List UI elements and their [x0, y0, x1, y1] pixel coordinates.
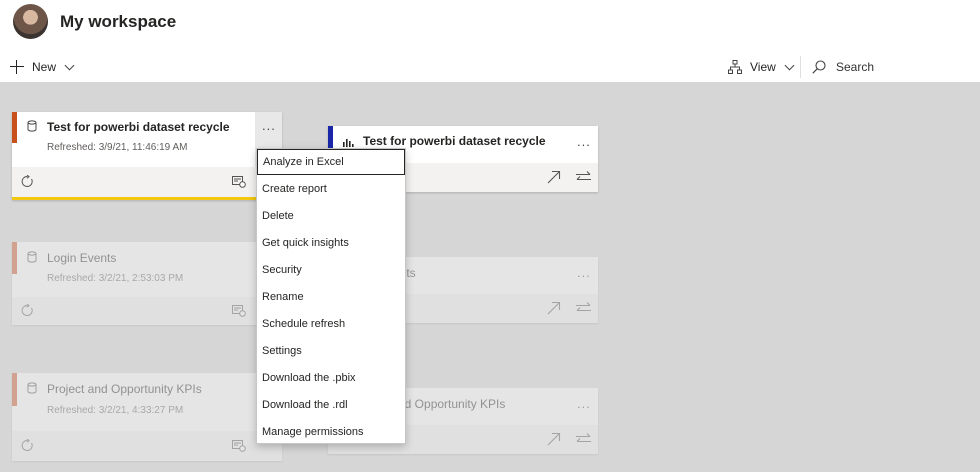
- search-placeholder: Search: [836, 60, 875, 74]
- menu-item-download-pbix[interactable]: Download the .pbix: [257, 365, 405, 391]
- swap-icon[interactable]: [576, 171, 591, 183]
- refresh-icon[interactable]: [21, 175, 34, 188]
- search-icon: [812, 60, 826, 74]
- divider: [800, 56, 801, 78]
- more-icon: ...: [262, 118, 276, 133]
- dataset-card[interactable]: Project and Opportunity KPIs Refreshed: …: [12, 373, 282, 461]
- swap-icon[interactable]: [576, 433, 591, 445]
- card-footer: [12, 431, 282, 461]
- more-icon[interactable]: ...: [577, 396, 591, 411]
- menu-item-create-report[interactable]: Create report: [257, 176, 405, 202]
- card-refreshed: Refreshed: 3/2/21, 4:33:27 PM: [47, 405, 184, 416]
- chevron-down-icon: [64, 60, 75, 70]
- card-title[interactable]: Project and Opportunity KPIs: [47, 382, 202, 396]
- open-arrow-icon[interactable]: [547, 301, 561, 315]
- card-title[interactable]: Test for powerbi dataset recycle: [47, 120, 230, 134]
- accent-bar: [12, 112, 17, 143]
- new-label: New: [32, 60, 57, 74]
- schedule-icon[interactable]: [232, 439, 246, 452]
- dataset-card[interactable]: Test for powerbi dataset recycle Refresh…: [12, 112, 282, 200]
- open-arrow-icon[interactable]: [547, 170, 561, 184]
- dataset-card[interactable]: Login Events Refreshed: 3/2/21, 2:53:03 …: [12, 242, 282, 325]
- search-input[interactable]: Search: [812, 57, 874, 77]
- menu-item-security[interactable]: Security: [257, 257, 405, 283]
- schedule-icon[interactable]: [232, 304, 246, 317]
- open-arrow-icon[interactable]: [547, 432, 561, 446]
- workspace-header: My workspace New View Search: [0, 0, 980, 82]
- selected-underline: [12, 197, 282, 200]
- more-icon[interactable]: ...: [577, 134, 591, 149]
- menu-item-delete[interactable]: Delete: [257, 203, 405, 229]
- plus-icon: [10, 60, 24, 74]
- view-button[interactable]: View: [728, 57, 795, 77]
- card-footer: [12, 297, 282, 325]
- dataset-icon: [27, 382, 37, 394]
- card-title[interactable]: Login Events: [47, 251, 116, 265]
- menu-item-analyze-in-excel[interactable]: Analyze in Excel: [257, 149, 405, 175]
- menu-item-settings[interactable]: Settings: [257, 338, 405, 364]
- card-refreshed: Refreshed: 3/2/21, 2:53:03 PM: [47, 273, 184, 284]
- menu-item-get-quick-insights[interactable]: Get quick insights: [257, 230, 405, 256]
- page-title: My workspace: [60, 12, 177, 31]
- card-refreshed: Refreshed: 3/9/21, 11:46:19 AM: [47, 142, 188, 153]
- menu-item-schedule-refresh[interactable]: Schedule refresh: [257, 311, 405, 337]
- menu-item-rename[interactable]: Rename: [257, 284, 405, 310]
- report-chart-icon: [343, 139, 354, 147]
- card-title[interactable]: Test for powerbi dataset recycle: [363, 134, 546, 148]
- accent-bar: [12, 242, 17, 274]
- dataset-icon: [27, 251, 37, 263]
- card-title[interactable]: nd Opportunity KPIs: [398, 397, 505, 411]
- card-footer: [12, 167, 282, 197]
- accent-bar: [12, 373, 17, 406]
- context-menu: Analyze in Excel Create report Delete Ge…: [256, 148, 406, 444]
- avatar[interactable]: [13, 4, 48, 39]
- schedule-icon[interactable]: [232, 175, 246, 188]
- refresh-icon[interactable]: [21, 439, 34, 452]
- view-label: View: [750, 60, 776, 74]
- refresh-icon[interactable]: [21, 304, 34, 317]
- more-icon[interactable]: ...: [577, 265, 591, 280]
- dataset-icon: [27, 120, 37, 132]
- chevron-down-icon: [784, 60, 795, 70]
- lineage-view-icon: [728, 60, 742, 74]
- menu-item-download-rdl[interactable]: Download the .rdl: [257, 392, 405, 418]
- swap-icon[interactable]: [576, 302, 591, 314]
- new-button[interactable]: New: [10, 57, 75, 77]
- menu-item-manage-permissions[interactable]: Manage permissions: [257, 419, 405, 445]
